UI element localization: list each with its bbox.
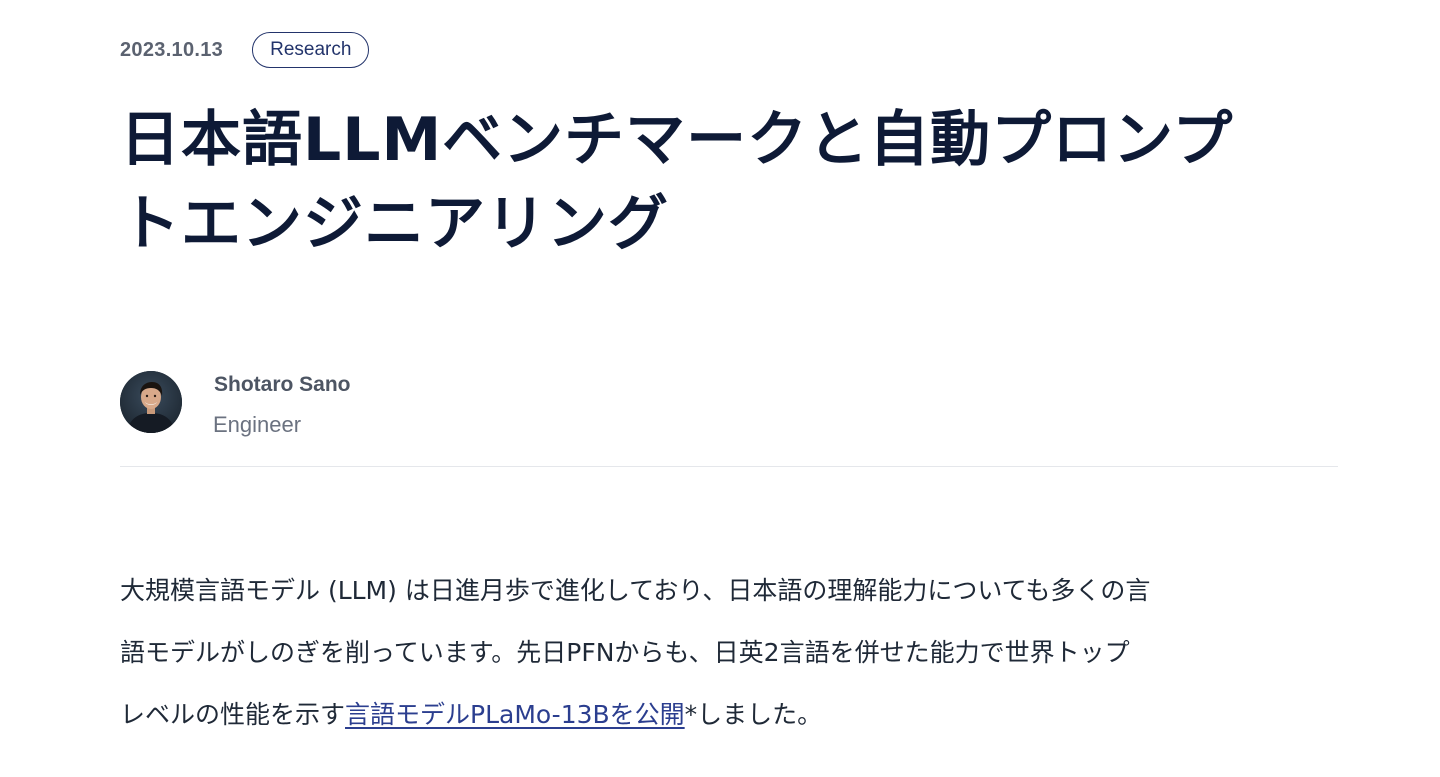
author-photo-icon [120, 371, 182, 433]
author-name: Shotaro Sano [214, 373, 351, 396]
post-date: 2023.10.13 [120, 38, 224, 61]
body-line-1: 大規模言語モデル (LLM) は日進月歩で進化しており、日本語の理解能力について… [120, 576, 1151, 605]
author-block: Shotaro Sano Engineer [120, 371, 720, 437]
divider [120, 466, 1338, 467]
body-line-2: 語モデルがしのぎを削っています。先日PFNからも、日英2言語を併せた能力で世界ト… [120, 638, 1130, 667]
body-text-segment: レベルの性能を示す [120, 700, 346, 729]
body-line-3: レベルの性能を示す言語モデルPLaMo-13Bを公開*しました。 [120, 684, 1338, 746]
article-body: 大規模言語モデル (LLM) は日進月歩で進化しており、日本語の理解能力について… [120, 560, 1338, 746]
post-title-line-1: 日本語LLMベンチマークと自動プロンプ [120, 105, 1234, 175]
avatar [120, 371, 182, 433]
post-title-line-2: トエンジニアリング [120, 189, 669, 259]
post-title: 日本語LLMベンチマークと自動プロンプ トエンジニアリング [120, 98, 1338, 266]
author-role: Engineer [213, 412, 302, 437]
category-tag-research[interactable]: Research [252, 32, 370, 68]
post-meta: 2023.10.13 Research [120, 31, 370, 69]
plamo-announcement-link[interactable]: 言語モデルPLaMo-13Bを公開 [345, 700, 685, 729]
body-text-segment: *しました。 [684, 700, 823, 729]
